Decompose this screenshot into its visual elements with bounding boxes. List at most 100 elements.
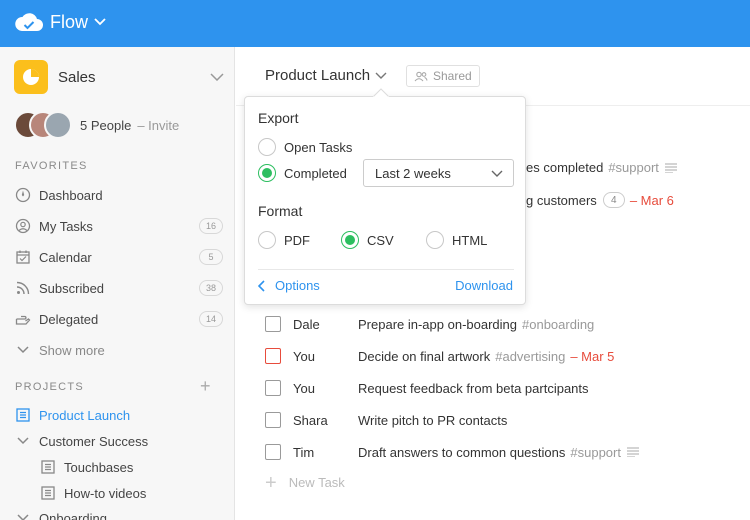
- task-assignee[interactable]: Dale: [293, 317, 320, 332]
- task-tag[interactable]: #onboarding: [522, 317, 594, 332]
- radio-button[interactable]: [341, 231, 359, 249]
- completed-radio[interactable]: Completed: [258, 164, 347, 182]
- table-row: Dale Prepare in-app on-boarding #onboard…: [265, 313, 735, 335]
- sidebar-item-dashboard[interactable]: Dashboard: [15, 184, 223, 206]
- completed-label: Completed: [284, 165, 347, 181]
- workspace-name: Sales: [58, 68, 96, 86]
- export-popover: Export Open Tasks Completed Last 2 weeks…: [244, 88, 526, 305]
- task-assignee[interactable]: Shara: [293, 413, 328, 428]
- task-title[interactable]: Prepare in-app on-boarding: [358, 317, 517, 332]
- new-task-button[interactable]: + New Task: [265, 471, 345, 494]
- comment-count-badge[interactable]: 4: [602, 192, 625, 208]
- sidebar-item-calendar[interactable]: Calendar 5: [15, 246, 223, 268]
- delegate-hand-icon: [15, 311, 31, 327]
- task-checkbox[interactable]: [265, 348, 281, 364]
- project-title-dropdown[interactable]: Product Launch: [265, 67, 387, 84]
- task-assignee[interactable]: You: [293, 381, 315, 396]
- plus-icon: +: [265, 471, 277, 494]
- task-assignee[interactable]: You: [293, 349, 315, 364]
- task-title[interactable]: Write pitch to PR contacts: [358, 413, 507, 428]
- chevron-down-icon: [94, 18, 106, 26]
- cloud-logo-icon: [15, 13, 43, 31]
- list-icon: [40, 459, 56, 475]
- task-row-partial[interactable]: g customers 4 – Mar 6: [526, 192, 674, 208]
- sidebar-item-touchbases[interactable]: Touchbases: [40, 456, 223, 478]
- format-html-radio[interactable]: HTML: [426, 231, 487, 249]
- chevron-down-icon: [15, 433, 31, 449]
- calendar-icon: [15, 249, 31, 265]
- sidebar-item-label: Calendar: [39, 249, 92, 265]
- sidebar-item-my-tasks[interactable]: My Tasks 16: [15, 215, 223, 237]
- format-label: CSV: [367, 232, 394, 248]
- count-badge: 16: [199, 218, 223, 234]
- avatar-group[interactable]: [14, 111, 72, 139]
- open-tasks-radio[interactable]: Open Tasks: [258, 138, 352, 156]
- sidebar-item-subscribed[interactable]: Subscribed 38: [15, 277, 223, 299]
- sidebar-item-onboarding[interactable]: Onboarding: [15, 507, 223, 520]
- divider: [258, 269, 514, 270]
- dashboard-icon: [15, 187, 31, 203]
- new-task-label: New Task: [288, 475, 345, 490]
- add-project-button[interactable]: +: [200, 377, 211, 395]
- task-checkbox[interactable]: [265, 380, 281, 396]
- task-title-group: Request feedback from beta partcipants: [358, 381, 589, 396]
- task-title: es completed: [526, 160, 604, 175]
- task-checkbox[interactable]: [265, 412, 281, 428]
- app-name: Flow: [50, 11, 89, 32]
- radio-button[interactable]: [258, 164, 276, 182]
- task-assignee[interactable]: Tim: [293, 445, 314, 460]
- date-range-value: Last 2 weeks: [375, 165, 451, 181]
- table-row: You Decide on final artwork #advertising…: [265, 345, 735, 367]
- chevron-left-icon: [258, 279, 265, 292]
- people-count[interactable]: 5 People: [80, 118, 131, 133]
- due-date: – Mar 6: [629, 192, 674, 208]
- sidebar-item-product-launch[interactable]: Product Launch: [15, 404, 223, 426]
- task-checkbox[interactable]: [265, 316, 281, 332]
- options-button[interactable]: Options: [258, 278, 320, 293]
- radio-button[interactable]: [426, 231, 444, 249]
- format-csv-radio[interactable]: CSV: [341, 231, 394, 249]
- count-badge: 14: [199, 311, 223, 327]
- list-icon: [40, 485, 56, 501]
- sidebar-item-label: Delegated: [39, 311, 99, 327]
- show-more-label: Show more: [39, 342, 105, 358]
- task-tag[interactable]: #advertising: [495, 349, 565, 364]
- download-button[interactable]: Download: [455, 278, 513, 293]
- count-badge: 5: [199, 249, 223, 265]
- app-switcher[interactable]: Flow: [14, 11, 106, 33]
- workspace-switcher[interactable]: Sales: [14, 60, 224, 94]
- task-tag[interactable]: #support: [608, 160, 659, 175]
- people-row: 5 People – Invite: [14, 111, 179, 139]
- due-date: – Mar 5: [570, 348, 615, 364]
- task-title-group: Draft answers to common questions #suppo…: [358, 445, 639, 460]
- top-bar: Flow: [0, 0, 750, 47]
- chevron-down-icon: [375, 72, 387, 79]
- options-label: Options: [275, 278, 320, 293]
- notes-icon: [664, 163, 677, 173]
- sidebar-item-delegated[interactable]: Delegated 14: [15, 308, 223, 330]
- radio-button[interactable]: [258, 231, 276, 249]
- radio-button[interactable]: [258, 138, 276, 156]
- sidebar-item-how-to-videos[interactable]: How-to videos: [40, 482, 223, 504]
- invite-link[interactable]: – Invite: [137, 118, 179, 133]
- task-checkbox[interactable]: [265, 444, 281, 460]
- chevron-down-icon: [491, 170, 503, 177]
- sidebar-item-label: Customer Success: [39, 433, 149, 449]
- sidebar-item-label: Product Launch: [39, 407, 131, 423]
- sidebar-item-label: Subscribed: [39, 280, 105, 296]
- shared-button[interactable]: Shared: [406, 65, 480, 87]
- task-tag[interactable]: #support: [570, 445, 621, 460]
- task-row-partial[interactable]: es completed #support: [526, 160, 677, 175]
- show-more-button[interactable]: Show more: [15, 339, 223, 361]
- list-icon: [15, 407, 31, 423]
- projects-heading: PROJECTS: [15, 381, 85, 393]
- sidebar-item-customer-success[interactable]: Customer Success: [15, 430, 223, 452]
- user-icon: [15, 218, 31, 234]
- task-title[interactable]: Decide on final artwork: [358, 349, 490, 364]
- export-heading: Export: [258, 110, 299, 126]
- task-title[interactable]: Draft answers to common questions: [358, 445, 565, 460]
- format-pdf-radio[interactable]: PDF: [258, 231, 310, 249]
- date-range-select[interactable]: Last 2 weeks: [363, 159, 514, 187]
- table-row: You Request feedback from beta partcipan…: [265, 377, 735, 399]
- task-title[interactable]: Request feedback from beta partcipants: [358, 381, 589, 396]
